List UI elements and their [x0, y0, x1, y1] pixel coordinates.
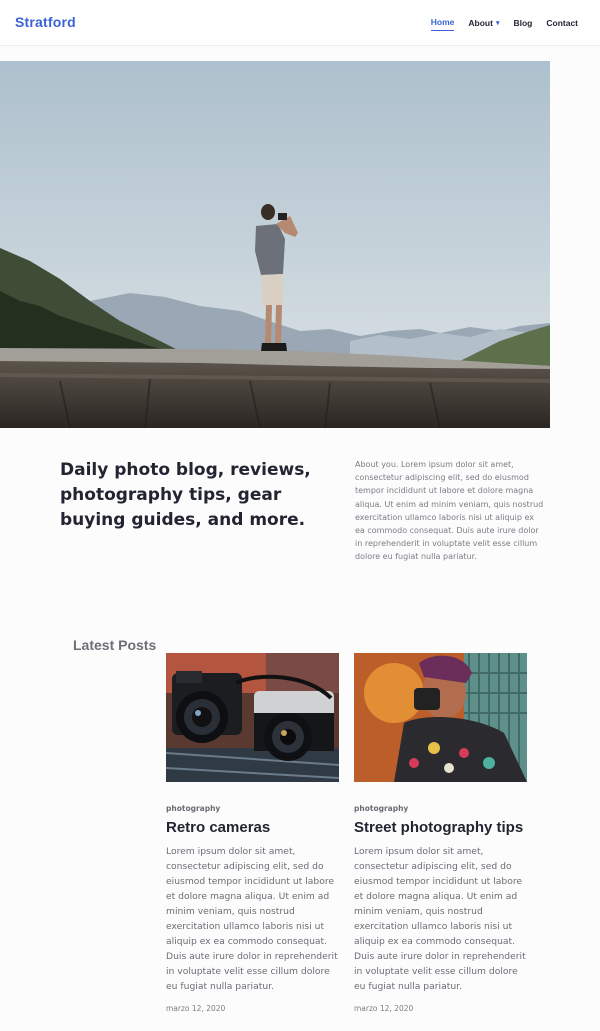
- post-card: photography Retro cameras Lorem ipsum do…: [166, 653, 340, 1013]
- site-header: Stratford Home About ▾ Blog Contact: [0, 0, 600, 46]
- nav-item-contact[interactable]: Contact: [546, 18, 578, 31]
- nav-item-label: Blog: [513, 17, 533, 28]
- latest-posts-heading: Latest Posts: [73, 637, 157, 653]
- intro-title: Daily photo blog, reviews, photography t…: [60, 460, 311, 530]
- post-date: marzo 12, 2020: [354, 1004, 414, 1013]
- nav-item-label: Home: [430, 17, 455, 27]
- post-category[interactable]: photography: [166, 804, 340, 813]
- post-image-street-photography[interactable]: [354, 653, 527, 782]
- post-card: photography Street photography tips Lore…: [354, 653, 528, 1013]
- nav-item-home[interactable]: Home: [430, 17, 455, 31]
- nav-item-about[interactable]: About ▾: [468, 18, 499, 31]
- post-image-retro-cameras[interactable]: [166, 653, 339, 782]
- post-category[interactable]: photography: [354, 804, 528, 813]
- nav-item-label: Contact: [546, 17, 578, 28]
- post-date: marzo 12, 2020: [166, 1004, 226, 1013]
- post-excerpt: Lorem ipsum dolor sit amet, consectetur …: [166, 846, 338, 992]
- site-logo[interactable]: Stratford: [15, 14, 76, 30]
- nav-item-label: About: [468, 17, 493, 28]
- intro-text: About you. Lorem ipsum dolor sit amet, c…: [355, 460, 544, 562]
- nav-item-blog[interactable]: Blog: [513, 18, 532, 31]
- main-nav: Home About ▾ Blog Contact: [417, 17, 578, 31]
- post-title[interactable]: Retro cameras: [166, 819, 340, 836]
- hero-image: [0, 61, 550, 428]
- post-excerpt: Lorem ipsum dolor sit amet, consectetur …: [354, 846, 526, 992]
- post-title[interactable]: Street photography tips: [354, 819, 528, 836]
- chevron-down-icon: ▾: [495, 19, 500, 27]
